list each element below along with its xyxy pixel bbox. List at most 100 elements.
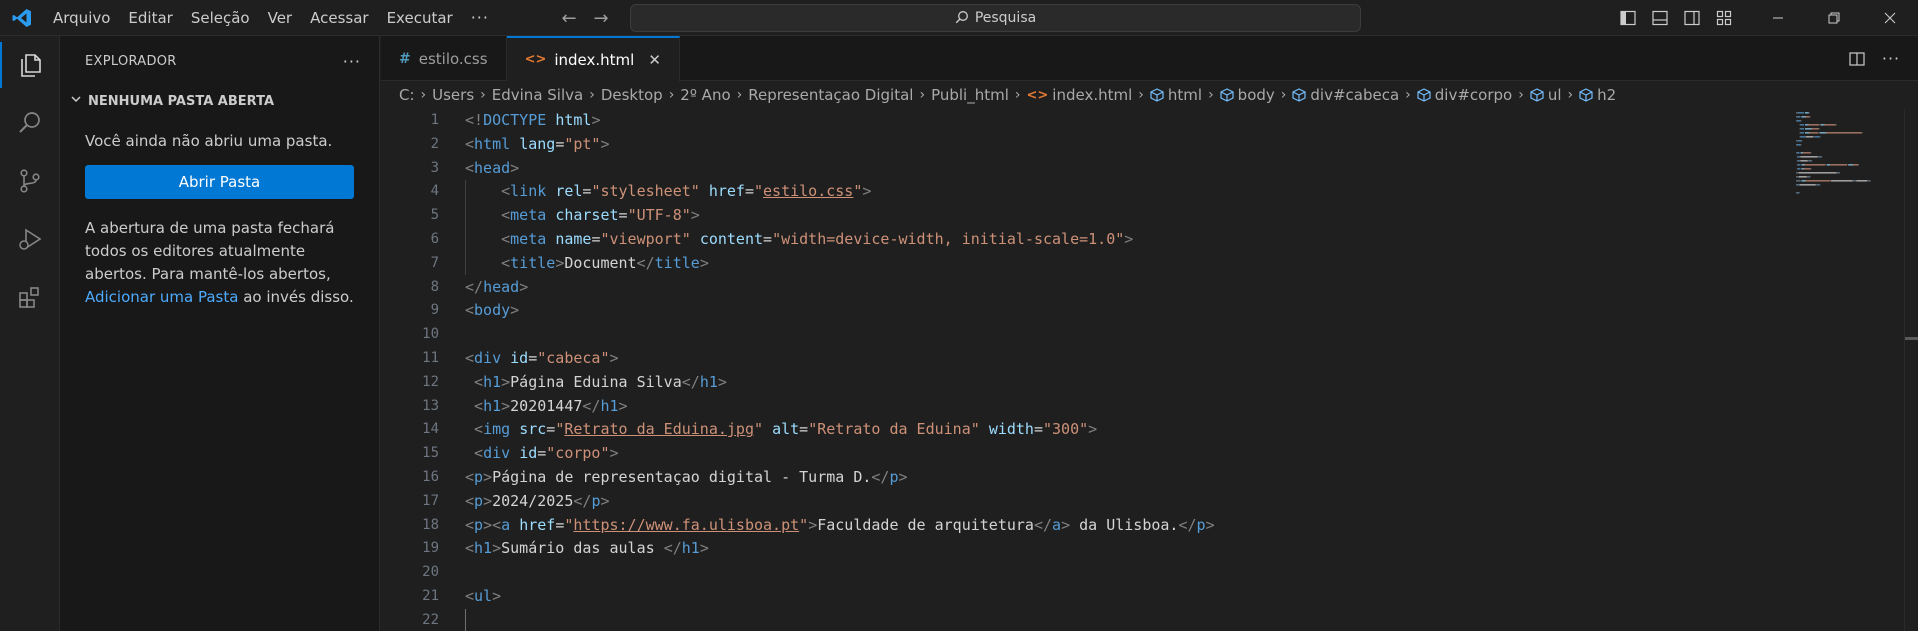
minimap-token (1856, 180, 1868, 182)
more-actions-icon[interactable]: ··· (343, 52, 361, 71)
code-token: "cabeca" (537, 348, 610, 367)
breadcrumb-item[interactable]: Representaçao Digital (748, 86, 913, 104)
breadcrumb-item[interactable]: ul (1530, 86, 1562, 104)
html-file-icon: <> (524, 52, 547, 67)
close-icon[interactable]: ✕ (648, 51, 661, 69)
breadcrumb-label: C: (399, 86, 415, 104)
command-center-search[interactable]: Pesquisa (630, 4, 1361, 32)
breadcrumb-item[interactable]: 2º Ano (680, 86, 730, 104)
source-control-icon[interactable] (0, 152, 60, 210)
minimap-token (1796, 116, 1801, 118)
title-bar: Arquivo Editar Seleção Ver Acessar Executar ··… (0, 0, 1918, 36)
breadcrumb-item[interactable]: div#corpo (1417, 86, 1512, 104)
explorer-icon[interactable] (0, 36, 60, 94)
minimap-token (1805, 180, 1806, 182)
minimap-token (1805, 116, 1810, 118)
chevron-right-icon: › (1208, 87, 1214, 103)
code-token: > (501, 396, 511, 415)
arrow-left-icon[interactable]: ← (560, 8, 578, 29)
breadcrumb-label: index.html (1052, 86, 1133, 104)
breadcrumb-item[interactable]: div#cabeca (1292, 86, 1399, 104)
add-folder-link[interactable]: Adicionar uma Pasta (85, 288, 238, 306)
sidebar-title: EXPLORADOR (85, 53, 177, 69)
code-token: > (808, 515, 818, 534)
breadcrumb-label: body (1237, 86, 1275, 104)
tab-estilo-css[interactable]: # estilo.css (381, 36, 507, 81)
chevron-right-icon: › (1280, 87, 1287, 103)
code-token: h1 (483, 396, 502, 415)
toggle-secondary-sidebar-icon[interactable] (1676, 0, 1708, 36)
open-folder-button[interactable]: Abrir Pasta (85, 165, 354, 199)
run-debug-icon[interactable] (0, 210, 60, 268)
breadcrumb-item[interactable]: Publi_html (931, 86, 1009, 104)
code-token: Sumário das aulas (501, 539, 664, 558)
menu-item-arquivo[interactable]: Arquivo (44, 0, 119, 36)
menu-item-ver[interactable]: Ver (259, 0, 302, 36)
line-number: 14 (422, 421, 439, 438)
breadcrumb-item[interactable]: Users (432, 86, 474, 104)
minimap-token (1796, 192, 1797, 194)
code-token: = (537, 444, 547, 463)
breadcrumb-item[interactable]: Edvina Silva (492, 86, 583, 104)
code-token: lang (519, 134, 556, 153)
code-line: <div id="corpo"> (465, 442, 1215, 466)
chevron-right-icon: › (1518, 87, 1524, 103)
menu-more-icon[interactable]: ··· (462, 0, 498, 36)
breadcrumb-item[interactable]: Desktop (601, 86, 663, 104)
menu-item-executar[interactable]: Executar (378, 0, 462, 36)
scroll-thumb[interactable] (1905, 337, 1918, 340)
code-token: </ (582, 396, 601, 415)
tab-label: index.html (554, 50, 635, 69)
menu-item-acessar[interactable]: Acessar (301, 0, 377, 36)
minimap-token (1800, 132, 1805, 134)
code-line: <html lang="pt"> (465, 133, 1215, 157)
minimap-token (1797, 172, 1799, 174)
extensions-icon[interactable] (0, 268, 60, 326)
minimap-token (1823, 124, 1825, 126)
code-editor[interactable]: 1 2 3 4 5 6 7 8 9 10 11 12 13 14 15 16 17 18 19 20 21 22 <!DO… (381, 109, 1918, 631)
code-token: Página Eduina Silva (510, 372, 682, 391)
arrow-right-icon[interactable]: → (592, 8, 610, 29)
code-token: Document (564, 253, 637, 272)
code-line: <p>2024/2025</p> (465, 490, 1215, 514)
line-number: 10 (422, 326, 439, 343)
breadcrumb-item[interactable]: C: (399, 86, 415, 104)
search-view-icon[interactable] (0, 94, 60, 152)
split-editor-icon[interactable] (1842, 44, 1872, 74)
menu-item-editar[interactable]: Editar (119, 0, 181, 36)
code-token: < (465, 301, 475, 320)
minimap[interactable] (1794, 109, 1904, 631)
tab-index-html[interactable]: <> index.html ✕ (506, 36, 680, 82)
code-token: img (483, 420, 511, 439)
code-token: id (510, 348, 529, 367)
minimap-token (1798, 176, 1807, 178)
chevron-right-icon: › (480, 87, 486, 103)
close-window-icon[interactable] (1862, 0, 1918, 36)
minimap-token (1808, 132, 1810, 134)
line-number: 19 (422, 540, 439, 557)
chevron-right-icon: › (1567, 87, 1574, 103)
more-actions-icon[interactable]: ··· (1876, 44, 1906, 74)
minimize-icon[interactable] (1750, 0, 1806, 36)
minimap-token (1834, 124, 1836, 126)
breadcrumb-item[interactable]: h2 (1579, 86, 1616, 104)
toggle-primary-sidebar-icon[interactable] (1612, 0, 1644, 36)
minimap-token (1801, 164, 1805, 166)
breadcrumb-item[interactable]: body (1220, 86, 1275, 104)
code-token: > (510, 301, 520, 320)
menu-item-selecao[interactable]: Seleção (182, 0, 259, 36)
code-token: </ (636, 253, 655, 272)
minimap-token (1796, 120, 1801, 122)
breadcrumb-label: Users (432, 86, 475, 104)
no-folder-section-header[interactable]: NENHUMA PASTA ABERTA (60, 86, 379, 116)
breadcrumb-item[interactable]: html (1150, 86, 1202, 104)
toggle-panel-icon[interactable] (1644, 0, 1676, 36)
restore-icon[interactable] (1806, 0, 1862, 36)
breadcrumb-item[interactable]: <> index.html (1027, 86, 1133, 104)
vertical-scrollbar[interactable] (1904, 109, 1918, 631)
minimap-token (1805, 136, 1806, 138)
code-token: a (501, 515, 511, 534)
customize-layout-icon[interactable] (1708, 0, 1740, 36)
